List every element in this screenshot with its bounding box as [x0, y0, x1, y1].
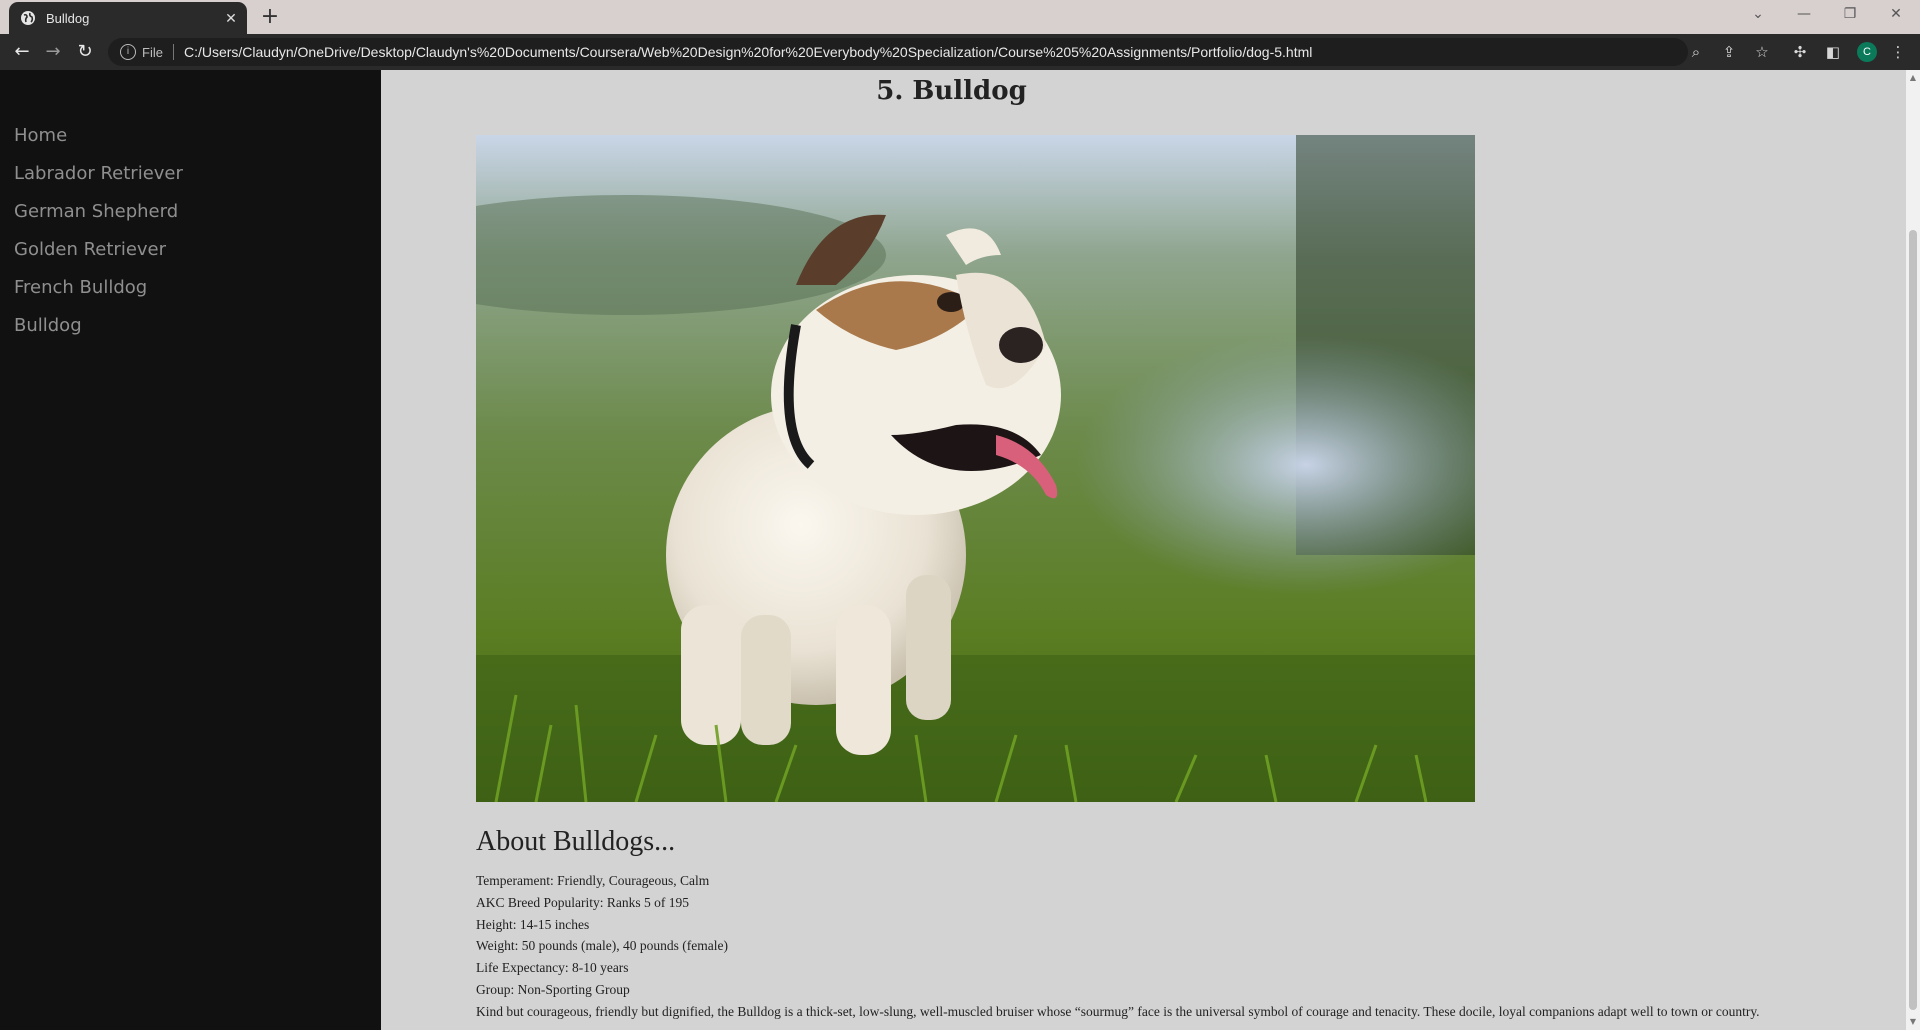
page-scrollbar[interactable]: ▲ ▼ [1906, 70, 1920, 1030]
forward-arrow-icon[interactable]: → [41, 40, 65, 64]
fact-temperament: Temperament: Friendly, Courageous, Calm [476, 873, 710, 888]
sidebar-item-bulldog[interactable]: Bulldog [0, 307, 381, 345]
sidebar-item-golden-retriever[interactable]: Golden Retriever [0, 231, 381, 269]
sidebar-nav: Home Labrador Retriever German Shepherd … [0, 70, 381, 1030]
fact-weight: Weight: 50 pounds (male), 40 pounds (fem… [476, 938, 728, 954]
scrollbar-thumb[interactable] [1909, 230, 1917, 1010]
breed-facts: Temperament: Friendly, Courageous, Calm … [476, 870, 1896, 1023]
globe-icon [21, 11, 35, 25]
fact-life-expectancy: Life Expectancy: 8-10 years [476, 960, 629, 976]
tab-title: Bulldog [46, 10, 90, 26]
restore-button[interactable]: ❐ [1832, 0, 1868, 30]
sidebar-item-labrador-retriever[interactable]: Labrador Retriever [0, 155, 381, 193]
fact-height: Height: 14-15 inches [476, 916, 590, 932]
url-text[interactable]: C:/Users/Claudyn/OneDrive/Desktop/Claudy… [184, 44, 1312, 60]
scroll-down-icon[interactable]: ▼ [1909, 1018, 1917, 1026]
close-window-button[interactable]: ✕ [1878, 0, 1914, 30]
about-heading: About Bulldogs... [476, 826, 676, 857]
close-tab-icon[interactable]: ✕ [221, 10, 241, 27]
extensions-icon[interactable]: ✣ [1790, 42, 1810, 62]
fact-popularity: AKC Breed Popularity: Ranks 5 of 195 [476, 894, 689, 910]
fact-group: Group: Non-Sporting Group [476, 981, 630, 997]
profile-avatar[interactable]: C [1857, 42, 1877, 62]
main-content: 5. Bulldog About Bulldogs... Temperament… [381, 70, 1906, 1030]
reload-icon[interactable]: ↻ [73, 40, 97, 64]
fact-description: Kind but courageous, friendly but dignif… [476, 1003, 1760, 1019]
scheme-label: File [142, 44, 163, 60]
sidebar-item-german-shepherd[interactable]: German Shepherd [0, 193, 381, 231]
browser-tab[interactable]: Bulldog ✕ [9, 2, 247, 34]
menu-kebab-icon[interactable]: ⋮ [1888, 42, 1908, 62]
sidebar-item-french-bulldog[interactable]: French Bulldog [0, 269, 381, 307]
minimize-button[interactable]: — [1786, 0, 1822, 30]
back-arrow-icon[interactable]: ← [10, 40, 34, 64]
browser-toolbar: ← → ↻ i File C:/Users/Claudyn/OneDrive/D… [0, 34, 1920, 70]
share-icon[interactable]: ⇪ [1719, 42, 1739, 62]
tab-search-icon[interactable]: ⌄ [1740, 0, 1776, 30]
info-icon[interactable]: i [120, 44, 136, 60]
bookmark-star-icon[interactable]: ☆ [1752, 42, 1772, 62]
bulldog-photo [476, 135, 1475, 802]
new-tab-button[interactable]: + [258, 4, 282, 30]
side-panel-icon[interactable]: ◧ [1823, 42, 1843, 62]
scroll-up-icon[interactable]: ▲ [1909, 74, 1917, 82]
sidebar-item-home[interactable]: Home [0, 117, 381, 155]
address-bar[interactable]: i File C:/Users/Claudyn/OneDrive/Desktop… [108, 38, 1688, 66]
zoom-icon[interactable]: ⌕ [1686, 42, 1706, 62]
divider [172, 44, 174, 60]
page-title: 5. Bulldog [876, 76, 1027, 106]
tab-strip: Bulldog ✕ + ⌄ — ❐ ✕ [0, 0, 1920, 34]
